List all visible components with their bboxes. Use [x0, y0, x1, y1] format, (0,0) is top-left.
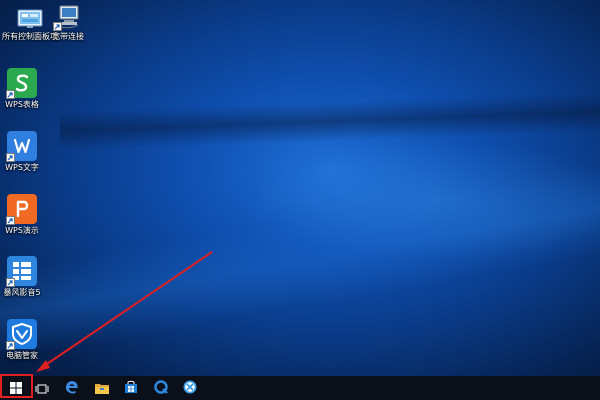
pc-manager-icon — [6, 319, 37, 350]
desktop-icon-wps-presentation[interactable]: WPS演示 — [0, 194, 52, 236]
store-taskbar-button[interactable] — [117, 376, 145, 400]
wallpaper-light-beam — [0, 144, 600, 366]
edge-taskbar-button[interactable] — [58, 376, 86, 400]
wallpaper-shadow-band — [59, 89, 600, 151]
file-explorer-icon — [95, 379, 109, 398]
file-explorer-taskbar-button[interactable] — [88, 376, 116, 400]
desktop-icon-label: 电脑管家 — [6, 351, 38, 360]
desktop-icon-label: WPS表格 — [5, 100, 39, 109]
shortcut-arrow-icon — [6, 216, 15, 225]
desktop-icon-label: 暴风影音5 — [3, 288, 41, 297]
browser-icon — [154, 379, 168, 398]
store-icon — [124, 379, 138, 398]
baofeng-player-icon — [6, 256, 37, 287]
wps-writer-icon — [6, 131, 37, 162]
app-x-icon — [183, 379, 197, 398]
wallpaper-glow — [250, 140, 600, 260]
shortcut-arrow-icon — [6, 341, 15, 350]
app-x-taskbar-button[interactable] — [176, 376, 204, 400]
shortcut-arrow-icon — [53, 22, 62, 31]
desktop-icon-broadband-connection[interactable]: 宽带连接 — [38, 4, 98, 42]
start-button-highlight-box — [0, 374, 33, 398]
desktop-icon-wps-spreadsheet[interactable]: WPS表格 — [0, 68, 52, 110]
desktop-icon-pc-manager[interactable]: 电脑管家 — [0, 319, 52, 361]
shortcut-arrow-icon — [6, 278, 15, 287]
desktop-icon-label: 宽带连接 — [52, 32, 84, 41]
broadband-connection-icon — [53, 4, 82, 31]
desktop-icon-label: WPS文字 — [5, 163, 39, 172]
desktop-icon-baofeng-player[interactable]: 暴风影音5 — [0, 256, 52, 298]
shortcut-arrow-icon — [6, 153, 15, 162]
task-view-icon — [35, 379, 49, 398]
wps-spreadsheet-icon — [6, 68, 37, 99]
browser-taskbar-button[interactable] — [147, 376, 175, 400]
shortcut-arrow-icon — [6, 90, 15, 99]
desktop-icon-label: WPS演示 — [5, 226, 39, 235]
annotation-arrow — [36, 251, 213, 372]
desktop[interactable]: 所有控制面板项 宽带连接 WPS表格 WPS文字 WPS演示 暴风影音5 电脑管… — [0, 0, 600, 400]
wps-presentation-icon — [6, 194, 37, 225]
desktop-icon-wps-writer[interactable]: WPS文字 — [0, 131, 52, 173]
taskbar — [0, 376, 600, 400]
edge-browser-icon — [65, 379, 79, 398]
